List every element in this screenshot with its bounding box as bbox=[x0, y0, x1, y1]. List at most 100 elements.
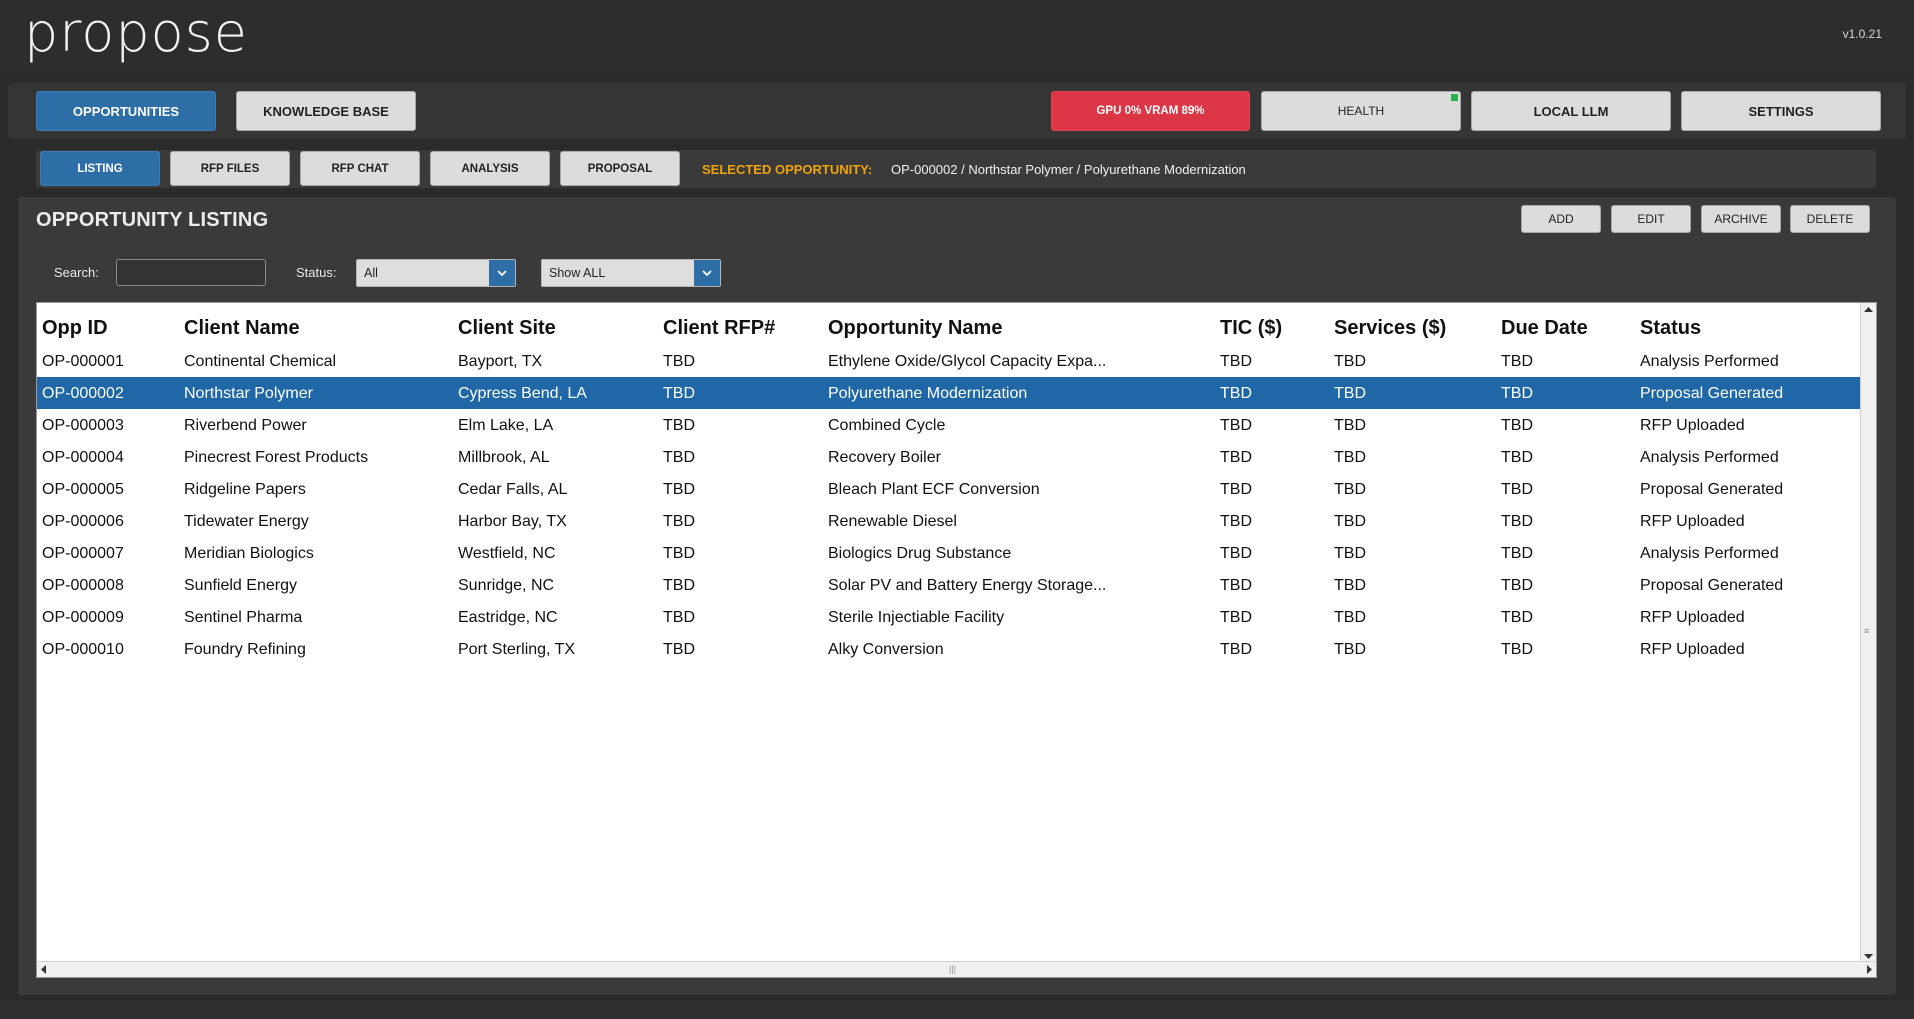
search-label: Search: bbox=[54, 265, 99, 280]
health-button[interactable]: HEALTH bbox=[1261, 91, 1461, 131]
table-cell: Riverbend Power bbox=[184, 416, 307, 434]
table-cell: Ridgeline Papers bbox=[184, 480, 306, 498]
table-cell: Bleach Plant ECF Conversion bbox=[828, 480, 1040, 498]
subtab-analysis[interactable]: ANALYSIS bbox=[430, 151, 550, 186]
gpu-status-button[interactable]: GPU 0% VRAM 89% bbox=[1051, 91, 1250, 131]
scroll-down-icon[interactable] bbox=[1864, 953, 1873, 960]
table-cell: Northstar Polymer bbox=[182, 377, 456, 409]
table-cell: TBD bbox=[1501, 576, 1533, 594]
table-cell: RFP Uploaded bbox=[1640, 416, 1745, 434]
column-header[interactable]: Client RFP# bbox=[661, 303, 826, 345]
table-cell: Recovery Boiler bbox=[828, 448, 941, 466]
scroll-up-icon[interactable] bbox=[1864, 306, 1873, 313]
column-header[interactable]: Services ($) bbox=[1332, 303, 1499, 345]
table-cell: RFP Uploaded bbox=[1640, 608, 1745, 626]
table-cell: OP-000004 bbox=[42, 448, 124, 466]
local-llm-button[interactable]: LOCAL LLM bbox=[1471, 91, 1671, 131]
search-input[interactable] bbox=[116, 259, 266, 286]
table-cell: Analysis Performed bbox=[1640, 352, 1779, 370]
table-cell: TBD bbox=[1220, 448, 1252, 466]
column-header[interactable]: Opportunity Name bbox=[826, 303, 1218, 345]
status-select[interactable]: All bbox=[356, 259, 516, 287]
subtab-rfp-files[interactable]: RFP FILES bbox=[170, 151, 290, 186]
table-cell: Proposal Generated bbox=[1640, 576, 1784, 594]
table-row[interactable]: OP-000001 Continental Chemical Bayport, TX… bbox=[37, 345, 1861, 377]
table-cell: TBD bbox=[1220, 352, 1252, 370]
column-header[interactable]: Status bbox=[1638, 303, 1861, 345]
table-cell: TBD bbox=[1220, 640, 1252, 658]
table-row[interactable]: OP-000002 Northstar Polymer Cypress Bend, … bbox=[37, 377, 1861, 409]
subtab-listing[interactable]: LISTING bbox=[40, 151, 160, 186]
table-cell: TBD bbox=[1501, 512, 1533, 530]
table-row[interactable]: OP-000003 Riverbend Power Elm Lake, LA TBD C… bbox=[37, 409, 1861, 441]
table-cell: Combined Cycle bbox=[828, 416, 946, 434]
table-cell: TBD bbox=[1334, 544, 1366, 562]
table-cell: OP-000009 bbox=[42, 608, 124, 626]
status-footer bbox=[0, 1000, 1914, 1019]
table-cell: Meridian Biologics bbox=[184, 544, 314, 562]
table-cell: TBD bbox=[663, 608, 695, 626]
table-cell: Elm Lake, LA bbox=[458, 416, 554, 434]
table-cell: Renewable Diesel bbox=[828, 512, 957, 530]
horizontal-scrollbar[interactable]: ||| bbox=[37, 961, 1876, 977]
table-cell: Millbrook, AL bbox=[458, 448, 550, 466]
table-cell: Proposal Generated bbox=[1640, 480, 1784, 498]
column-header[interactable]: Due Date bbox=[1499, 303, 1638, 345]
table-cell: TBD bbox=[1218, 377, 1332, 409]
tab-knowledge-base[interactable]: KNOWLEDGE BASE bbox=[236, 91, 416, 131]
table-cell: Sunfield Energy bbox=[184, 576, 297, 594]
subtab-proposal[interactable]: PROPOSAL bbox=[560, 151, 680, 186]
add-button[interactable]: ADD bbox=[1521, 205, 1601, 233]
edit-button[interactable]: EDIT bbox=[1611, 205, 1691, 233]
table-cell: TBD bbox=[1334, 608, 1366, 626]
delete-button[interactable]: DELETE bbox=[1790, 205, 1870, 233]
scroll-right-icon[interactable] bbox=[1866, 965, 1873, 974]
vertical-scrollbar[interactable]: ≡ bbox=[1860, 303, 1876, 963]
status-label: Status: bbox=[296, 265, 337, 280]
table-row[interactable]: OP-000006 Tidewater Energy Harbor Bay, TX T… bbox=[37, 505, 1861, 537]
scroll-left-icon[interactable] bbox=[40, 965, 47, 974]
app-header: propose v1.0.21 bbox=[0, 0, 1914, 70]
column-header[interactable]: Client Site bbox=[456, 303, 661, 345]
main-nav: OPPORTUNITIES KNOWLEDGE BASE GPU 0% VRAM… bbox=[8, 83, 1906, 139]
table-cell: Tidewater Energy bbox=[184, 512, 309, 530]
subtab-rfp-chat[interactable]: RFP CHAT bbox=[300, 151, 420, 186]
table-cell: RFP Uploaded bbox=[1640, 640, 1745, 658]
version-label: v1.0.21 bbox=[1842, 27, 1882, 41]
table-row[interactable]: OP-000010 Foundry Refining Port Sterling, … bbox=[37, 633, 1861, 665]
settings-button[interactable]: SETTINGS bbox=[1681, 91, 1881, 131]
archive-button[interactable]: ARCHIVE bbox=[1701, 205, 1781, 233]
table-cell: TBD bbox=[663, 576, 695, 594]
table-cell: TBD bbox=[1334, 352, 1366, 370]
table-cell: TBD bbox=[1334, 640, 1366, 658]
column-header[interactable]: Opp ID bbox=[37, 303, 182, 345]
table-cell: TBD bbox=[1501, 480, 1533, 498]
chevron-down-icon[interactable] bbox=[694, 260, 720, 286]
table-row[interactable]: OP-000005 Ridgeline Papers Cedar Falls, AL… bbox=[37, 473, 1861, 505]
table-row[interactable]: OP-000007 Meridian Biologics Westfield, NC… bbox=[37, 537, 1861, 569]
table-cell: TBD bbox=[663, 544, 695, 562]
table-cell: OP-000005 bbox=[42, 480, 124, 498]
table-cell: TBD bbox=[1501, 608, 1533, 626]
table-row[interactable]: OP-000008 Sunfield Energy Sunridge, NC TBD S… bbox=[37, 569, 1861, 601]
chevron-down-icon[interactable] bbox=[489, 260, 515, 286]
table-cell: Analysis Performed bbox=[1640, 448, 1779, 466]
column-header[interactable]: Client Name bbox=[182, 303, 456, 345]
table-cell: TBD bbox=[1334, 512, 1366, 530]
table-cell: TBD bbox=[1499, 377, 1638, 409]
table-cell: Sterile Injectiable Facility bbox=[828, 608, 1005, 626]
table-cell: TBD bbox=[1501, 416, 1533, 434]
table-cell: TBD bbox=[1220, 416, 1252, 434]
show-select[interactable]: Show ALL bbox=[541, 259, 721, 287]
table-cell: OP-000002 bbox=[37, 377, 182, 409]
table-cell: Ethylene Oxide/Glycol Capacity Expa... bbox=[828, 352, 1107, 370]
table-cell: Harbor Bay, TX bbox=[458, 512, 567, 530]
table-cell: OP-000001 bbox=[42, 352, 124, 370]
table-cell: TBD bbox=[1501, 448, 1533, 466]
table-cell: TBD bbox=[663, 640, 695, 658]
tab-opportunities[interactable]: OPPORTUNITIES bbox=[36, 91, 216, 131]
table-row[interactable]: OP-000004 Pinecrest Forest Products Millbr… bbox=[37, 441, 1861, 473]
table-row[interactable]: OP-000009 Sentinel Pharma Eastridge, NC TBD… bbox=[37, 601, 1861, 633]
column-header[interactable]: TIC ($) bbox=[1218, 303, 1332, 345]
table-cell: TBD bbox=[1501, 640, 1533, 658]
